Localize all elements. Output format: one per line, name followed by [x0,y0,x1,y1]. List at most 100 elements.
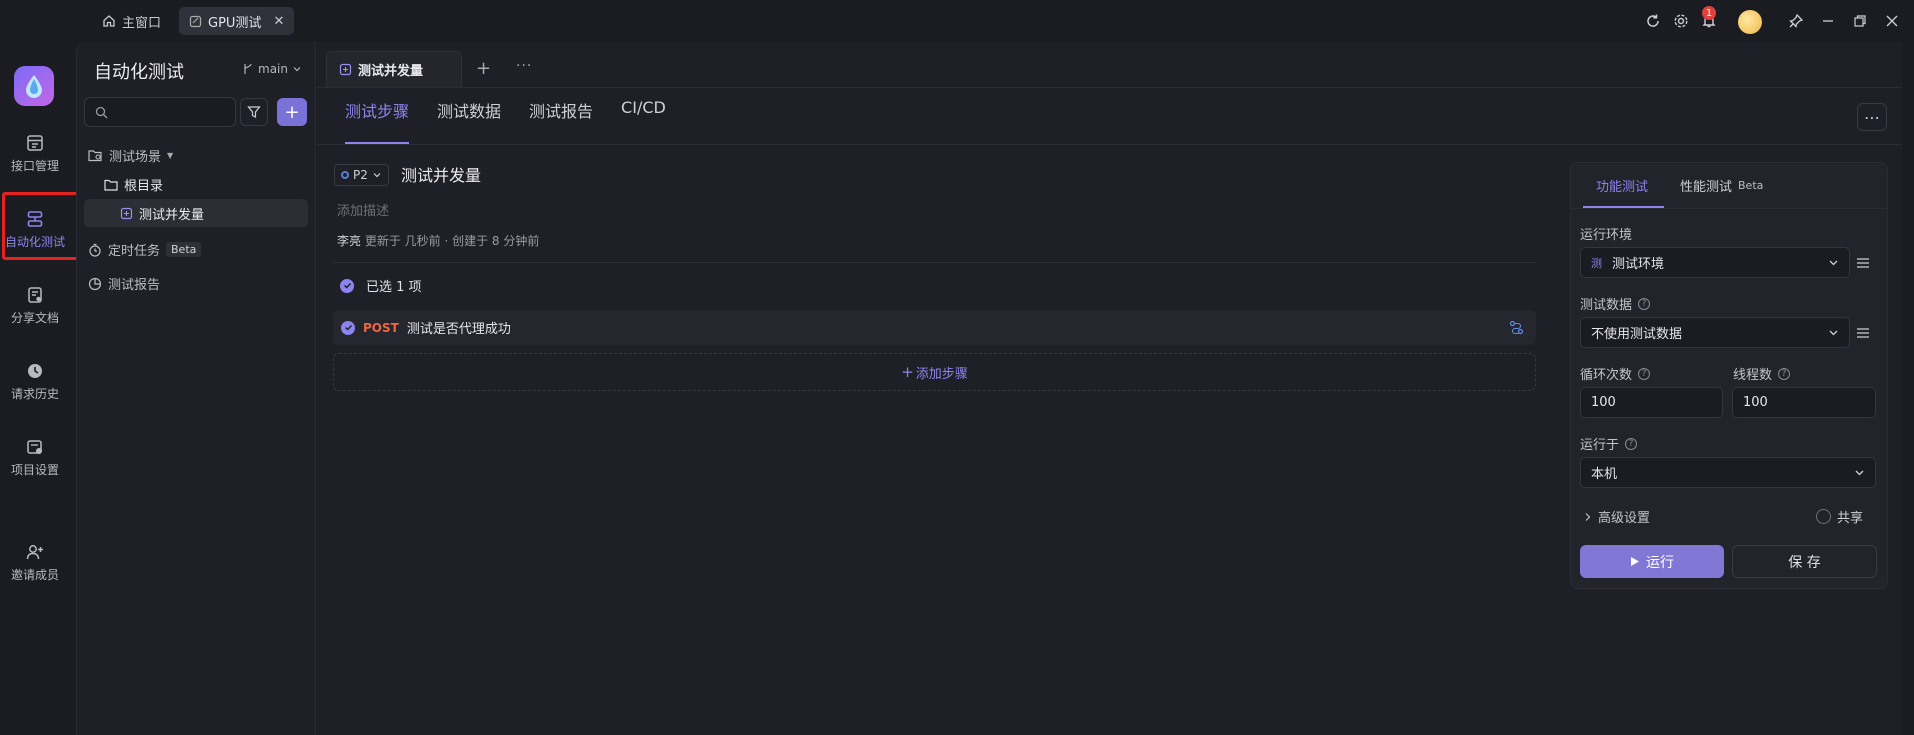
branch-selector[interactable]: main [242,62,302,76]
help-icon[interactable]: ? [1638,297,1651,310]
test-data-manage-icon[interactable] [1852,322,1874,344]
project-tab[interactable]: GPU测试 ✕ [179,7,295,35]
meta-author: 李亮 [337,234,362,248]
step-name: 测试是否代理成功 [406,322,511,337]
check-icon[interactable] [340,278,354,293]
sub-tab-bar: 测试步骤 测试数据 测试报告 CI/CD [332,98,666,144]
rail-item-invite[interactable]: 邀请成员 [0,543,70,583]
scene-folder-icon [88,149,103,162]
divider [1571,208,1887,209]
rail-item-share-doc[interactable]: 分享文档 [0,286,70,326]
tree-item-scenes[interactable]: 测试场景 ▼ [88,146,173,165]
divider [333,262,1536,263]
close-icon[interactable]: ✕ [273,14,284,29]
more-options-button[interactable]: ⋯ [1857,103,1887,131]
add-step-button[interactable]: + 添加步骤 [333,353,1536,391]
tree-item-selected-case[interactable]: 测试并发量 [84,199,308,227]
tab-test-reports[interactable]: 测试报告 [529,98,593,144]
chevron-down-icon [1854,467,1865,478]
tree-item-label: 测试报告 [108,278,161,293]
doc-tab[interactable]: 测试并发量 [326,51,462,87]
help-icon[interactable]: ? [1625,437,1638,450]
branch-label: main [258,62,288,76]
step-row[interactable]: POST 测试是否代理成功 [333,310,1536,345]
test-case-icon [339,63,352,76]
tab-performance-test[interactable]: 性能测试 Beta [1680,176,1763,195]
home-window-tab[interactable]: 主窗口 [92,7,171,35]
rail-item-api[interactable]: 接口管理 [0,134,70,174]
run-on-select[interactable]: 本机 [1580,457,1876,488]
restore-icon[interactable] [1850,11,1870,31]
refresh-icon[interactable] [1643,11,1663,31]
check-icon[interactable] [341,320,355,335]
case-meta: 李亮 更新于 几秒前 · 创建于 8 分钟前 [337,232,539,249]
rail-item-label: 分享文档 [10,311,59,325]
checkbox-icon[interactable] [1816,509,1831,524]
priority-label: P2 [353,168,368,182]
tree-item-scheduled[interactable]: 定时任务 Beta [88,240,202,259]
pie-chart-icon [88,277,102,291]
help-icon[interactable]: ? [1638,367,1651,380]
loops-input[interactable]: 100 [1580,387,1723,418]
avatar[interactable] [1738,10,1762,34]
threads-input[interactable]: 100 [1732,387,1876,418]
test-data-value: 不使用测试数据 [1591,327,1683,342]
run-button[interactable]: 运行 [1580,545,1724,578]
selected-count: 已选 1 项 [366,280,422,295]
home-tab-label: 主窗口 [122,15,162,31]
threads-label: 线程数 ? [1733,364,1791,383]
folder-icon [104,179,118,191]
save-button[interactable]: 保 存 [1732,545,1877,578]
test-case-icon [120,207,133,220]
tree-item-label: 根目录 [124,179,164,194]
plus-icon: + [284,101,300,123]
test-data-select[interactable]: 不使用测试数据 [1580,317,1850,348]
tab-test-data[interactable]: 测试数据 [437,98,501,144]
tree-item-root[interactable]: 根目录 [104,175,163,194]
tab-cicd[interactable]: CI/CD [621,98,666,144]
rail-item-settings[interactable]: 项目设置 [0,438,70,478]
env-select[interactable]: 测 测试环境 [1580,247,1850,278]
description-field[interactable]: 添加描述 [337,200,389,219]
pin-icon[interactable] [1786,11,1806,31]
tree-item-label: 测试并发量 [139,207,205,223]
case-title[interactable]: 测试并发量 [401,162,481,186]
notification-badge: 1 [1702,6,1716,20]
advanced-settings-toggle[interactable]: 高级设置 [1584,507,1650,526]
close-window-icon[interactable] [1882,11,1902,31]
proxy-icon[interactable] [1509,320,1524,335]
minimize-icon[interactable] [1818,11,1838,31]
tree-item-label: 测试场景 [109,150,162,165]
test-data-label-text: 测试数据 [1580,298,1633,313]
invite-user-icon [26,543,44,561]
tab-functional-test[interactable]: 功能测试 [1596,176,1648,195]
search-box[interactable] [84,97,236,127]
new-tab-button[interactable]: + [476,58,491,79]
tab-steps[interactable]: 测试步骤 [345,98,410,144]
gear-icon[interactable] [1671,11,1691,31]
env-tag: 测 [1591,256,1602,270]
share-checkbox[interactable]: 共享 [1816,507,1863,526]
run-on-label-text: 运行于 [1580,438,1620,453]
rail-item-label: 邀请成员 [10,568,59,582]
search-input[interactable] [114,104,224,120]
rail-item-history[interactable]: 请求历史 [0,362,70,402]
loops-label: 循环次数 ? [1580,364,1651,383]
env-manage-icon[interactable] [1852,252,1874,274]
priority-selector[interactable]: P2 [334,164,389,186]
beta-badge: Beta [166,242,202,257]
app-logo [14,66,54,106]
selection-summary[interactable]: 已选 1 项 [340,276,422,295]
project-icon [189,15,202,28]
help-icon[interactable]: ? [1778,367,1791,380]
project-tab-label: GPU测试 [208,15,262,31]
tab-more-button[interactable]: ··· [516,58,532,74]
divider [317,144,1902,145]
add-button[interactable]: + [277,98,307,126]
filter-button[interactable] [240,98,268,126]
run-label: 运行 [1646,554,1674,571]
tree-item-reports[interactable]: 测试报告 [88,274,160,293]
beta-badge: Beta [1738,179,1764,192]
run-on-value: 本机 [1591,467,1618,482]
env-label-text: 运行环境 [1580,228,1633,243]
